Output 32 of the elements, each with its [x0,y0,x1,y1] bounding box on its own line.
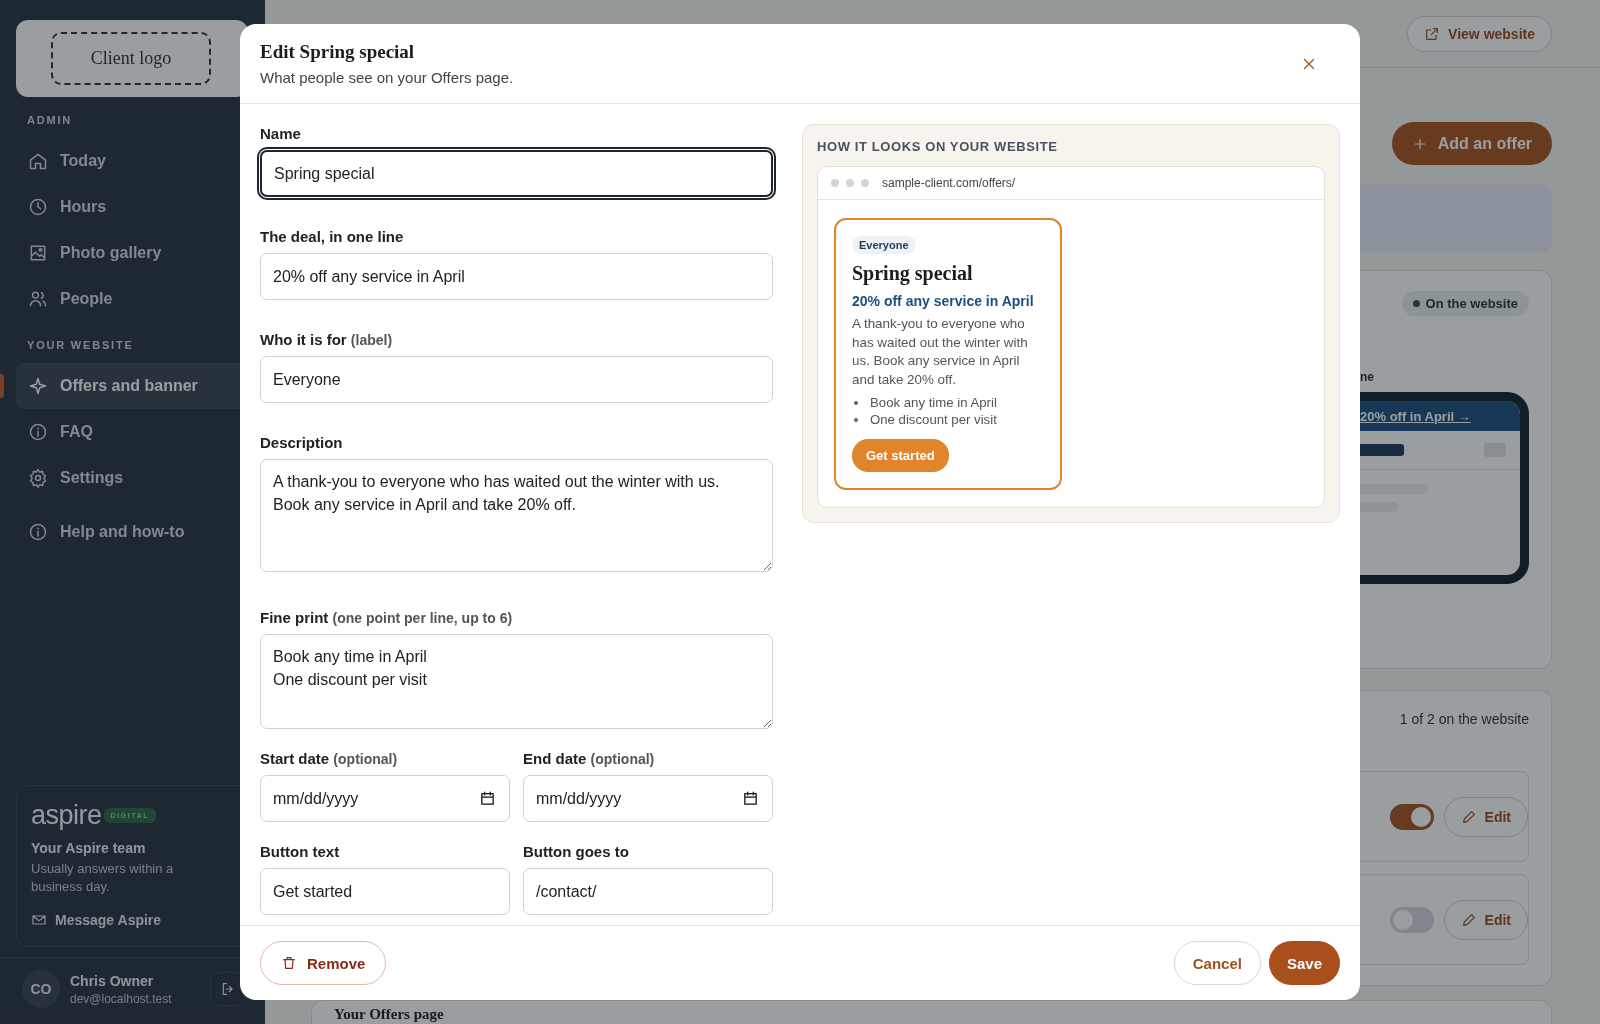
brand-name: aspire [31,800,102,830]
fine-print-item: Book any time in April [870,395,997,410]
audience-badge: Everyone [852,236,916,254]
field-label: Fine print (one point per line, up to 6) [260,608,514,628]
offer-description: A thank-you to everyone who has waited out the winter with us. Book any service in April and take 20% off. [852,315,1029,389]
section-heading: ADMIN [27,114,74,126]
field-label: Start date (optional) [260,749,399,769]
section-heading: YOUR WEBSITE [27,339,135,351]
offer-title: Spring special [852,262,973,285]
dialog-subtitle: What people see on your Offers page. [260,69,514,86]
section-title: Your Offers page [334,1006,444,1022]
status-badge: On the website [1401,291,1529,316]
dialog-title: Edit Spring special [260,41,416,63]
browser-url: sample-client.com/offers/ [882,176,1016,190]
field-label: The deal, in one line [260,227,405,247]
field-label: Who it is for (label) [260,330,394,350]
fine-print-item: One discount per visit [870,412,997,427]
avatar: CO [22,970,60,1008]
preview-label: ne [1360,370,1375,384]
field-label: Description [260,433,344,453]
support-text: Usually answers within a business day. [31,860,175,896]
field-label: End date (optional) [523,749,656,769]
field-label: Button goes to [523,842,630,862]
user-email: dev@localhost.test [70,991,172,1006]
offer-deal: 20% off any service in April [852,293,1034,309]
field-label: Name [260,124,302,144]
client-logo: Client logo [50,32,212,85]
field-label: Button text [260,842,341,862]
support-title: Your Aspire team [31,840,147,856]
user-name: Chris Owner [70,972,155,989]
preview-heading: HOW IT LOOKS ON YOUR WEBSITE [817,139,1059,154]
offer-count: 1 of 2 on the website [1399,711,1529,727]
